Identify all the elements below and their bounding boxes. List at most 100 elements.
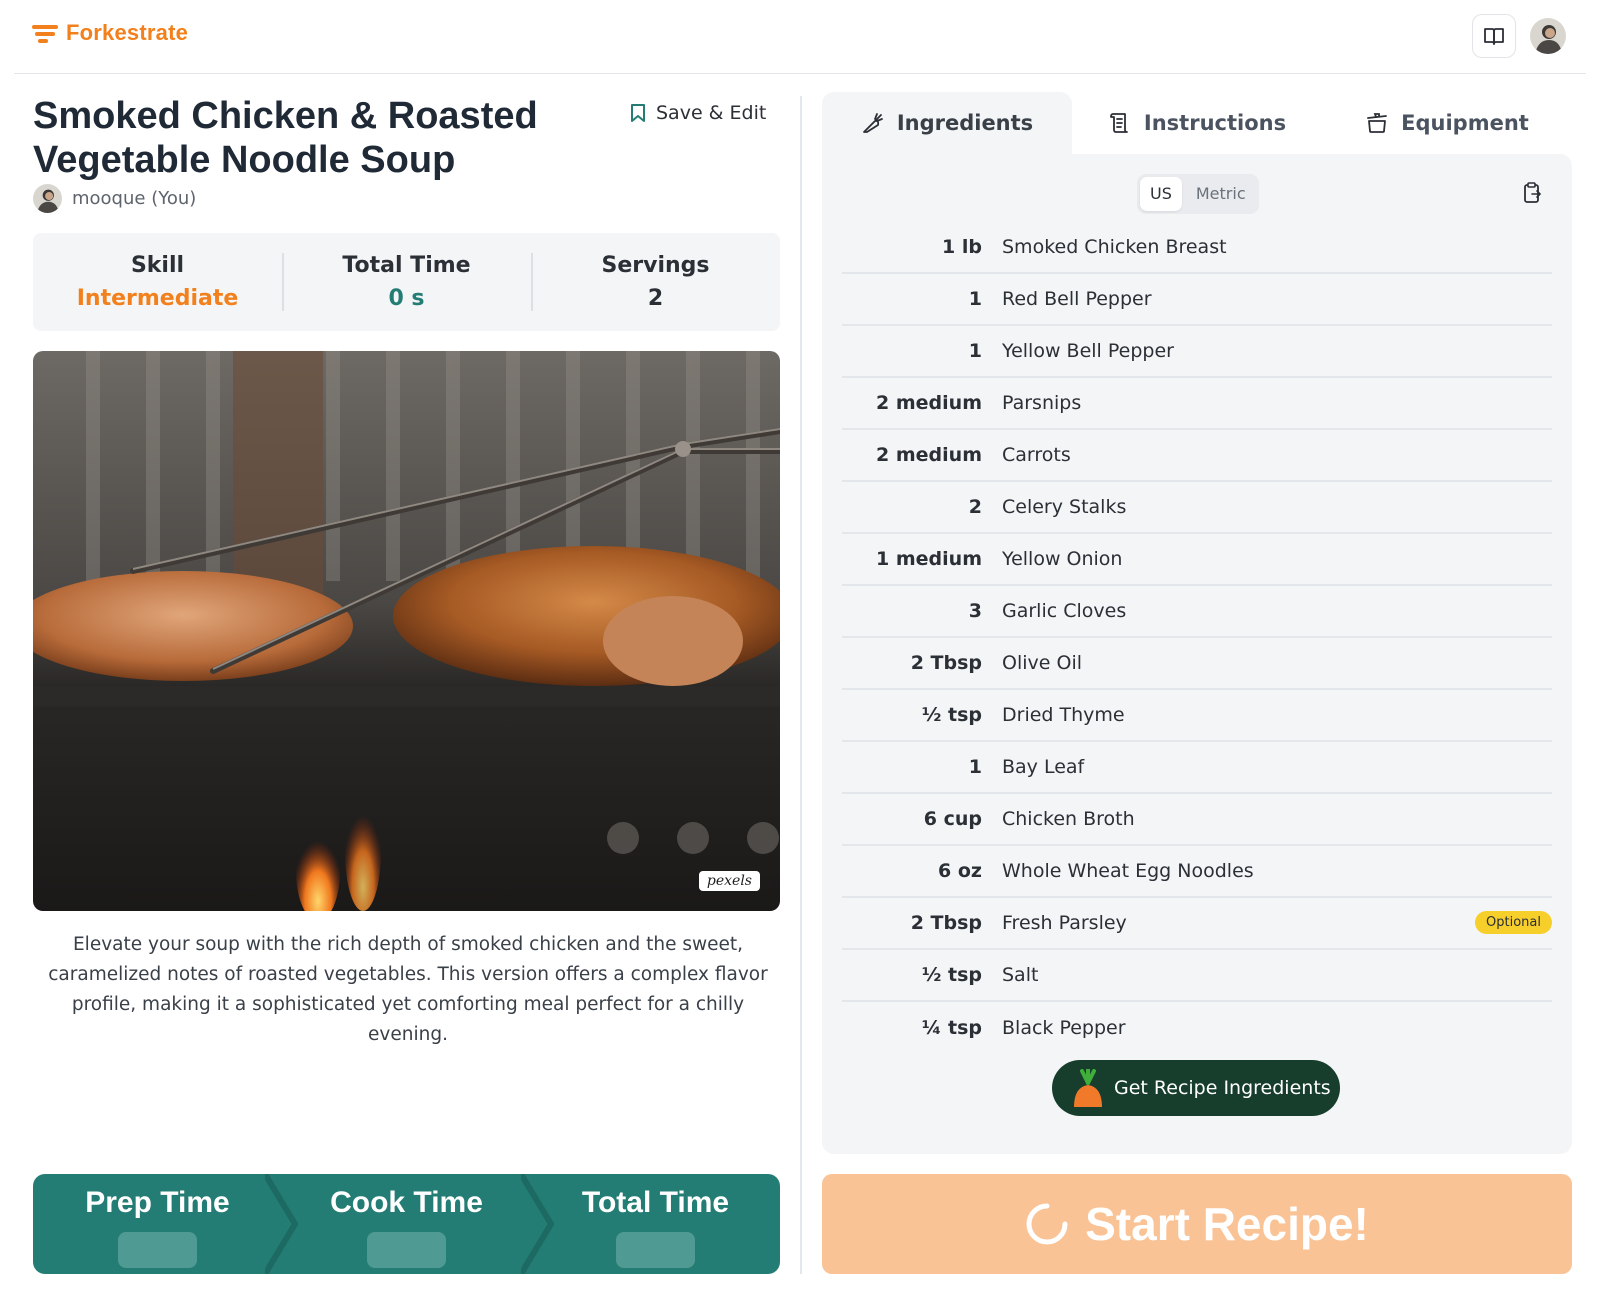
scroll-icon: [1110, 113, 1128, 133]
get-recipe-ingredients-button[interactable]: Get Recipe Ingredients: [1052, 1060, 1340, 1116]
recipe-detail-panel: Ingredients Instructions Equipment US Me…: [822, 92, 1572, 1154]
ingredient-qty: 2: [968, 496, 982, 518]
ingredient-row[interactable]: ½ tsp Salt: [842, 950, 1552, 1002]
start-recipe-label: Start Recipe!: [1085, 1198, 1369, 1250]
tab-equipment[interactable]: Equipment: [1322, 92, 1572, 154]
ingredient-qty: 2 medium: [876, 444, 982, 466]
ingredient-name: Chicken Broth: [1002, 808, 1135, 830]
unit-us-option[interactable]: US: [1140, 177, 1182, 211]
brand-logo[interactable]: Forkestrate: [32, 20, 188, 46]
ingredient-name: Whole Wheat Egg Noodles: [1002, 860, 1254, 882]
ingredients-panel: US Metric 1 lb Smoked Chicken Breast 1 Red…: [822, 154, 1572, 1154]
ingredient-name: Bay Leaf: [1002, 756, 1085, 778]
ingredient-row[interactable]: 2 Celery Stalks: [842, 482, 1552, 534]
ingredient-row[interactable]: 1 medium Yellow Onion: [842, 534, 1552, 586]
ingredient-name: Yellow Bell Pepper: [1002, 340, 1174, 362]
recipe-stats: Skill Intermediate Total Time 0 s Servin…: [33, 233, 780, 331]
author-avatar: [33, 184, 62, 213]
copy-ingredients-button[interactable]: [1522, 182, 1542, 208]
stat-total-time: Total Time 0 s: [282, 233, 531, 331]
ingredient-name: Smoked Chicken Breast: [1002, 236, 1227, 258]
recipe-book-button[interactable]: [1472, 14, 1516, 58]
carrot-logo-icon: [1074, 1069, 1102, 1107]
stat-total-time-value: 0 s: [388, 286, 425, 311]
ingredient-qty: 3: [968, 600, 982, 622]
ingredient-qty: 1 lb: [942, 236, 982, 258]
brand-name: Forkestrate: [66, 20, 189, 45]
stat-servings-label: Servings: [601, 253, 710, 278]
optional-badge: Optional: [1475, 911, 1552, 934]
top-bar: Forkestrate: [14, 0, 1586, 74]
recipe-image: pexels: [33, 351, 780, 911]
total-time-segment: Total Time: [531, 1174, 780, 1274]
user-avatar[interactable]: [1530, 18, 1566, 54]
prep-time-label: Prep Time: [85, 1186, 230, 1219]
recipe-description: Elevate your soup with the rich depth of…: [48, 934, 768, 1045]
recipe-author[interactable]: mooque (You): [33, 184, 196, 213]
total-time-value: [616, 1232, 695, 1268]
pot-icon: [1367, 113, 1388, 133]
ingredient-name: Celery Stalks: [1002, 496, 1127, 518]
time-breakdown-bar: Prep Time Cook Time Total Time: [33, 1174, 780, 1274]
save-edit-label: Save & Edit: [656, 102, 767, 124]
tab-instructions[interactable]: Instructions: [1072, 92, 1322, 154]
book-open-icon: [1484, 28, 1504, 45]
prep-time-value: [118, 1232, 197, 1268]
unit-metric-option[interactable]: Metric: [1186, 177, 1256, 211]
stat-servings-value: 2: [647, 286, 664, 311]
prep-time-segment: Prep Time: [33, 1174, 282, 1274]
ingredient-qty: ½ tsp: [921, 704, 982, 726]
ingredient-row[interactable]: 3 Garlic Cloves: [842, 586, 1552, 638]
ingredient-qty: 1: [968, 288, 982, 310]
carrot-icon: [862, 113, 883, 133]
ingredient-qty: ½ tsp: [921, 964, 982, 986]
cook-time-value: [367, 1232, 446, 1268]
start-recipe-button[interactable]: Start Recipe!: [822, 1174, 1572, 1274]
ingredient-row[interactable]: ¼ tsp Black Pepper: [842, 1002, 1552, 1054]
ingredient-row[interactable]: 2 medium Carrots: [842, 430, 1552, 482]
ingredient-name: Parsnips: [1002, 392, 1082, 414]
ingredient-name: Carrots: [1002, 444, 1071, 466]
tab-ingredients-label: Ingredients: [896, 111, 1034, 135]
recipe-tabs: Ingredients Instructions Equipment: [822, 92, 1572, 154]
save-edit-button[interactable]: Save & Edit: [630, 102, 766, 124]
ingredient-list: 1 lb Smoked Chicken Breast 1 Red Bell Pepp…: [842, 222, 1552, 1054]
ingredient-row[interactable]: 6 oz Whole Wheat Egg Noodles: [842, 846, 1552, 898]
stat-servings: Servings 2: [531, 233, 780, 331]
ingredient-name: Olive Oil: [1002, 652, 1082, 674]
ingredient-qty: 2 Tbsp: [910, 652, 982, 674]
ingredient-name: Salt: [1002, 964, 1039, 986]
ingredient-qty: 6 oz: [938, 860, 982, 882]
ingredient-qty: 1: [968, 756, 982, 778]
ingredient-name: Black Pepper: [1002, 1017, 1126, 1039]
ingredient-row[interactable]: 2 medium Parsnips: [842, 378, 1552, 430]
spinner-icon: [1026, 1203, 1068, 1245]
ingredient-row[interactable]: 1 Red Bell Pepper: [842, 274, 1552, 326]
ingredient-row[interactable]: 6 cup Chicken Broth: [842, 794, 1552, 846]
bookmark-icon: [631, 104, 645, 122]
ingredient-row[interactable]: 2 Tbsp Fresh Parsley Optional: [842, 898, 1552, 950]
recipe-title: Smoked Chicken & Roasted Vegetable Noodl…: [33, 95, 538, 181]
clipboard-icon: [1524, 182, 1542, 203]
ingredient-name: Red Bell Pepper: [1002, 288, 1152, 310]
ingredient-qty: ¼ tsp: [921, 1017, 982, 1039]
ingredient-row[interactable]: 2 Tbsp Olive Oil: [842, 638, 1552, 690]
cook-time-segment: Cook Time: [282, 1174, 531, 1274]
stat-skill: Skill Intermediate: [33, 233, 282, 331]
ingredient-row[interactable]: ½ tsp Dried Thyme: [842, 690, 1552, 742]
chevron-divider-icon: [521, 1174, 555, 1274]
image-credit: pexels: [698, 871, 760, 891]
ingredient-name: Dried Thyme: [1002, 704, 1125, 726]
ingredient-name: Garlic Cloves: [1002, 600, 1127, 622]
chevron-divider-icon: [265, 1174, 299, 1274]
tab-ingredients[interactable]: Ingredients: [822, 92, 1072, 154]
ingredient-qty: 2 medium: [876, 392, 982, 414]
author-name: mooque (You): [72, 188, 197, 209]
total-time-label: Total Time: [581, 1186, 730, 1219]
stat-skill-label: Skill: [130, 253, 185, 278]
ingredient-row[interactable]: 1 Bay Leaf: [842, 742, 1552, 794]
ingredient-qty: 1: [968, 340, 982, 362]
ingredient-row[interactable]: 1 lb Smoked Chicken Breast: [842, 222, 1552, 274]
ingredient-row[interactable]: 1 Yellow Bell Pepper: [842, 326, 1552, 378]
cook-time-label: Cook Time: [330, 1186, 483, 1219]
